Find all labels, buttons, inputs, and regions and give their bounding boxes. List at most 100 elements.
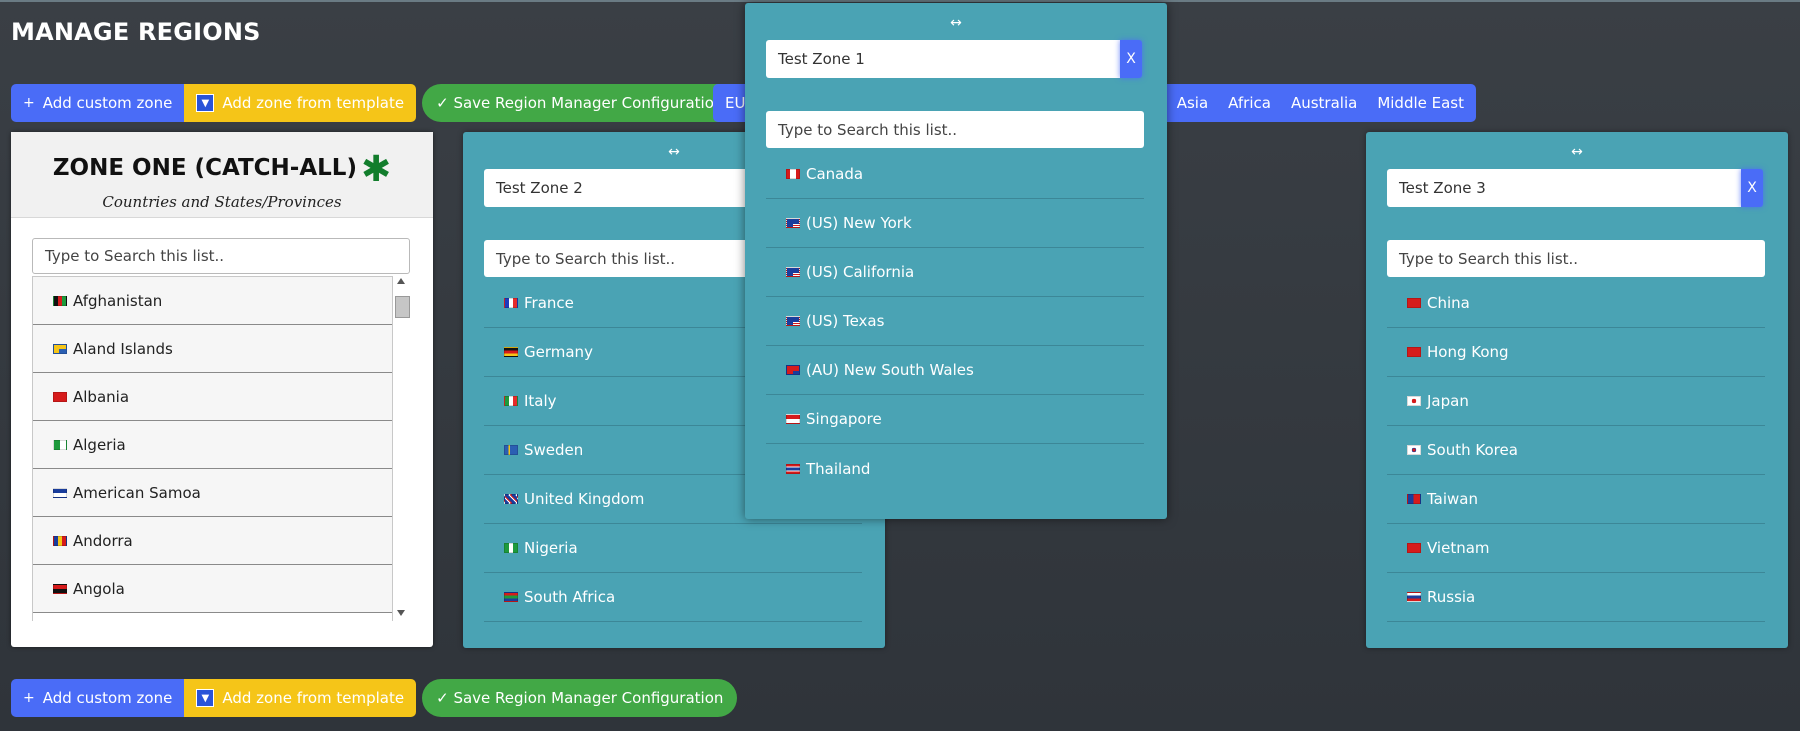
flag-icon — [1407, 494, 1421, 504]
list-item[interactable]: American Samoa — [33, 469, 392, 517]
scroll-thumb[interactable] — [395, 296, 410, 318]
scroll-up-arrow-icon[interactable] — [397, 278, 405, 284]
add-custom-zone-button[interactable]: + Add custom zone — [11, 84, 185, 122]
list-item[interactable]: Albania — [33, 373, 392, 421]
list-item[interactable]: Angola — [33, 565, 392, 613]
list-item[interactable]: Andorra — [33, 517, 392, 565]
list-item-label: South Africa — [524, 588, 616, 606]
list-item[interactable]: Taiwan — [1387, 475, 1765, 524]
flag-icon — [53, 583, 67, 594]
flag-icon — [53, 487, 67, 498]
region-link-africa[interactable]: Africa — [1218, 94, 1281, 112]
plus-icon: + — [23, 690, 35, 706]
region-link-middle-east[interactable]: Middle East — [1367, 94, 1476, 112]
list-item[interactable]: (US) New York — [766, 199, 1144, 248]
drag-handle-icon[interactable]: ↔ — [745, 15, 1167, 31]
flag-icon — [504, 347, 518, 357]
zone-1-search-input[interactable]: Type to Search this list.. — [766, 111, 1144, 148]
asterisk-icon: ✱ — [360, 149, 392, 190]
flag-icon — [786, 218, 800, 228]
add-zone-from-template-label: Add zone from template — [222, 689, 405, 707]
flag-icon — [53, 295, 67, 306]
save-configuration-button[interactable]: ✓ Save Region Manager Configuration — [422, 84, 738, 122]
top-border — [0, 0, 1800, 2]
zone-one-search-input[interactable]: Type to Search this list.. — [32, 238, 410, 274]
list-item-label: (US) Texas — [806, 312, 885, 330]
flag-icon — [53, 439, 67, 450]
list-item[interactable]: Vietnam — [1387, 524, 1765, 573]
add-zone-from-template-button[interactable]: ▼ Add zone from template — [184, 84, 417, 122]
region-link-australia[interactable]: Australia — [1281, 94, 1367, 112]
list-item[interactable]: Russia — [1387, 573, 1765, 622]
list-item[interactable]: (AU) New South Wales — [766, 346, 1144, 395]
list-item[interactable]: Canada — [766, 150, 1144, 199]
flag-icon — [504, 543, 518, 553]
zone-one-title: ZONE ONE (CATCH-ALL) ✱ — [11, 132, 433, 190]
zone-3-name-input[interactable]: Test Zone 3 — [1387, 169, 1741, 207]
flag-icon — [504, 445, 518, 455]
list-item[interactable]: China — [1387, 279, 1765, 328]
zone-one-subtitle: Countries and States/Provinces — [102, 193, 342, 211]
drag-handle-icon[interactable]: ↔ — [1366, 144, 1788, 160]
zone-3-search-input[interactable]: Type to Search this list.. — [1387, 240, 1765, 277]
list-item[interactable]: Japan — [1387, 377, 1765, 426]
list-item-label: South Korea — [1427, 441, 1518, 459]
list-item[interactable]: South Africa — [484, 573, 862, 622]
flag-icon — [504, 298, 518, 308]
list-item-label: France — [524, 294, 574, 312]
flag-icon — [53, 391, 67, 402]
zone-1-close-button[interactable]: X — [1120, 40, 1142, 78]
dropdown-square-icon: ▼ — [196, 94, 215, 112]
list-item[interactable]: South Korea — [1387, 426, 1765, 475]
flag-icon — [504, 592, 518, 602]
list-item-label: Germany — [524, 343, 593, 361]
flag-icon — [786, 463, 800, 474]
flag-icon — [1407, 298, 1421, 308]
list-item[interactable]: (US) Texas — [766, 297, 1144, 346]
list-item-label: Thailand — [806, 459, 871, 478]
flag-icon — [786, 365, 800, 375]
add-zone-from-template-button[interactable]: ▼ Add zone from template — [184, 679, 417, 717]
list-item-label: Russia — [1427, 588, 1476, 606]
list-item-label: Italy — [524, 392, 557, 410]
save-configuration-button[interactable]: ✓ Save Region Manager Configuration — [422, 679, 738, 717]
list-item-label: Hong Kong — [1427, 343, 1509, 361]
region-link-asia[interactable]: Asia — [1167, 94, 1218, 112]
list-item[interactable]: Hong Kong — [1387, 328, 1765, 377]
list-item[interactable]: Afghanistan — [33, 277, 392, 325]
flag-icon — [504, 494, 518, 504]
list-item[interactable]: Algeria — [33, 421, 392, 469]
bottom-toolbar: + Add custom zone ▼ Add zone from templa… — [11, 679, 738, 717]
flag-icon — [53, 343, 67, 354]
dropdown-square-icon: ▼ — [196, 689, 215, 707]
list-item[interactable]: Singapore — [766, 395, 1144, 444]
flag-icon — [1407, 543, 1421, 553]
flag-icon — [1407, 396, 1421, 406]
add-custom-zone-label: Add custom zone — [42, 94, 173, 112]
add-custom-zone-button[interactable]: + Add custom zone — [11, 679, 185, 717]
zone-1-name-input[interactable]: Test Zone 1 — [766, 40, 1120, 78]
flag-icon — [786, 316, 800, 326]
list-item-label: Angola — [73, 579, 125, 598]
list-item-label: American Samoa — [73, 483, 201, 502]
list-item-label: Sweden — [524, 441, 584, 459]
top-toolbar: + Add custom zone ▼ Add zone from templa… — [11, 84, 738, 122]
page-title: MANAGE REGIONS — [11, 18, 261, 46]
zone-1-list: Canada (US) New York (US) California (US… — [766, 150, 1144, 493]
list-item[interactable]: Aland Islands — [33, 325, 392, 373]
list-item-label: Singapore — [806, 410, 882, 428]
list-item-label: Algeria — [73, 435, 126, 454]
flag-icon — [786, 267, 800, 277]
list-item[interactable]: Thailand — [766, 444, 1144, 493]
flag-icon — [1407, 347, 1421, 357]
zone-3-close-button[interactable]: X — [1741, 169, 1763, 207]
list-item[interactable]: Nigeria — [484, 524, 862, 573]
flag-icon — [1407, 445, 1421, 455]
zone-3-list: China Hong Kong Japan South Korea Taiwan… — [1387, 279, 1765, 622]
scroll-down-arrow-icon[interactable] — [397, 610, 405, 616]
list-item-label: Albania — [73, 387, 130, 406]
zone-one-scrollbar[interactable] — [393, 276, 410, 620]
list-item-label: United Kingdom — [524, 490, 645, 508]
list-item[interactable]: (US) California — [766, 248, 1144, 297]
flag-icon — [786, 169, 800, 179]
